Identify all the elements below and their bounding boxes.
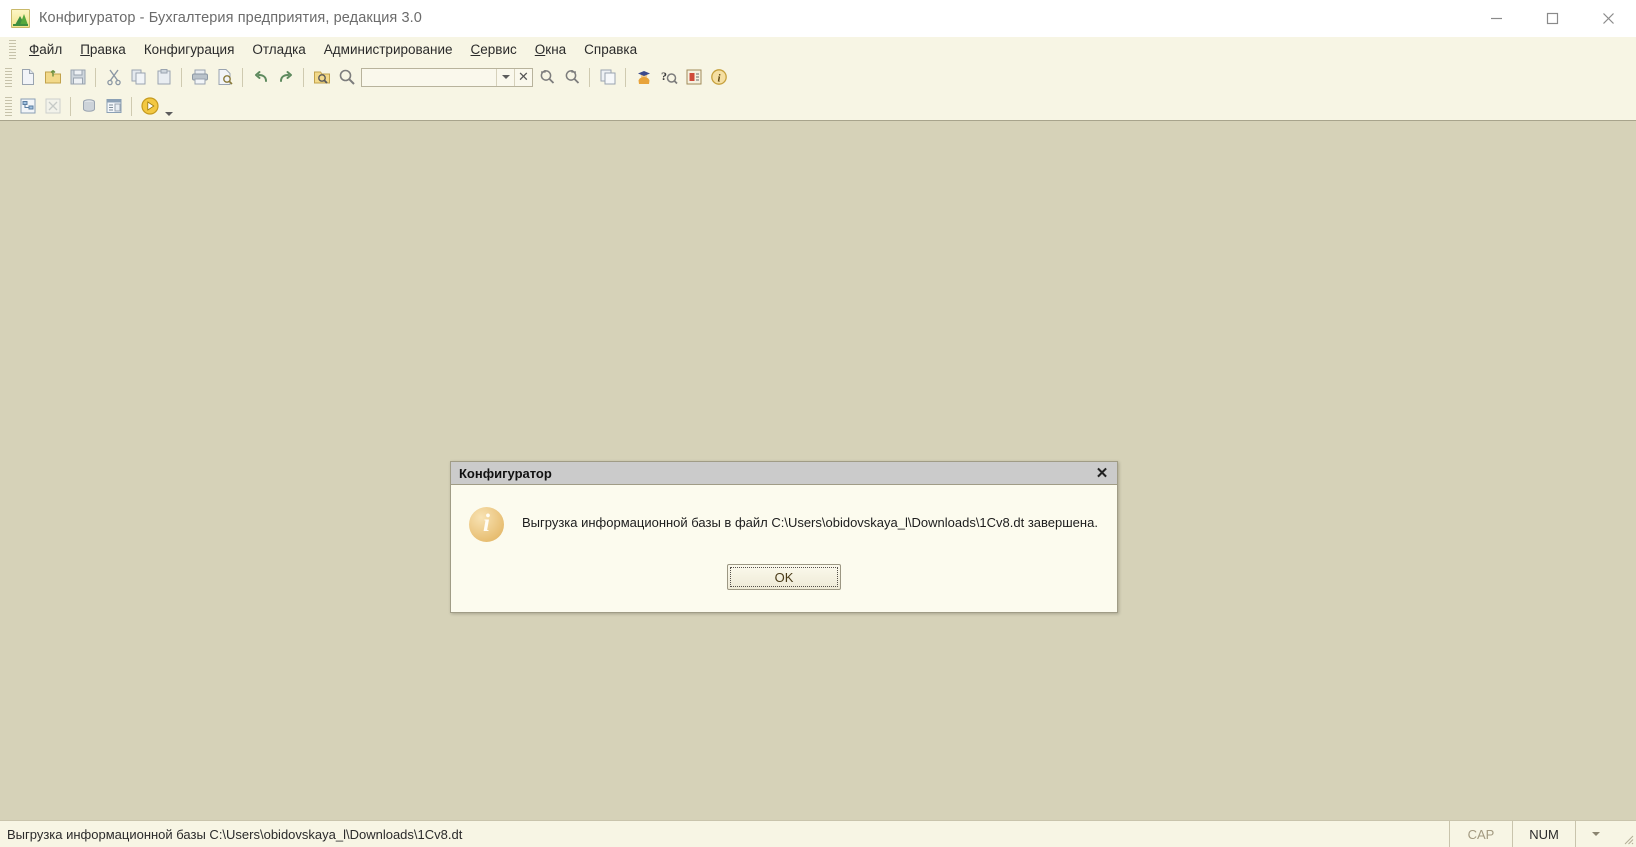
message-dialog: Конфигуратор ✕ i Выгрузка информационной… bbox=[450, 461, 1118, 613]
toolbar-separator bbox=[625, 67, 626, 87]
menu-service-label: ервис bbox=[480, 42, 517, 57]
menu-debug-label: Отладка bbox=[252, 42, 306, 57]
copy-icon[interactable] bbox=[126, 65, 151, 89]
chevron-down-icon[interactable] bbox=[496, 68, 514, 86]
menu-help[interactable]: Справка bbox=[575, 38, 646, 61]
svg-text:?: ? bbox=[661, 69, 667, 83]
1c-configurator-icon bbox=[11, 8, 30, 28]
new-file-icon[interactable] bbox=[15, 65, 40, 89]
close-icon[interactable]: ✕ bbox=[1091, 464, 1113, 482]
dialog-footer: OK bbox=[451, 542, 1117, 612]
menubar-grip[interactable] bbox=[9, 40, 16, 59]
menu-configuration[interactable]: Конфигурация bbox=[135, 38, 244, 61]
mdi-workspace: Конфигуратор ✕ i Выгрузка информационной… bbox=[0, 120, 1636, 820]
start-debug-icon[interactable] bbox=[137, 94, 162, 118]
menu-windows-label: кна bbox=[545, 42, 567, 57]
window-title: Конфигуратор - Бухгалтерия предприятия, … bbox=[39, 10, 422, 26]
paste-icon[interactable] bbox=[151, 65, 176, 89]
configurator-window: Конфигуратор - Бухгалтерия предприятия, … bbox=[0, 0, 1636, 847]
main-toolbar: ✕ ? i bbox=[0, 62, 1636, 92]
search-icon[interactable] bbox=[334, 65, 359, 89]
toolbar-separator bbox=[242, 67, 243, 87]
syntax-helper-icon[interactable] bbox=[681, 65, 706, 89]
toolbar-separator bbox=[181, 67, 182, 87]
dialog-titlebar: Конфигуратор ✕ bbox=[451, 462, 1117, 485]
window-controls bbox=[1468, 0, 1636, 36]
windows-cascade-icon[interactable] bbox=[595, 65, 620, 89]
window-titlebar: Конфигуратор - Бухгалтерия предприятия, … bbox=[0, 0, 1636, 37]
save-icon[interactable] bbox=[65, 65, 90, 89]
close-button[interactable] bbox=[1580, 0, 1636, 36]
secondary-toolbar bbox=[0, 92, 1636, 120]
menu-file[interactable]: Файл bbox=[20, 38, 71, 61]
menu-windows[interactable]: Окна bbox=[526, 38, 575, 61]
menu-edit-label: равка bbox=[89, 42, 126, 57]
open-folder-icon[interactable] bbox=[40, 65, 65, 89]
statusbar-dropdown[interactable] bbox=[1575, 821, 1616, 847]
print-preview-icon[interactable] bbox=[212, 65, 237, 89]
menu-administration[interactable]: Администрирование bbox=[315, 38, 462, 61]
window-list-icon[interactable] bbox=[101, 94, 126, 118]
ok-button-label: OK bbox=[774, 569, 794, 585]
redo-icon[interactable] bbox=[273, 65, 298, 89]
find-in-files-icon[interactable] bbox=[309, 65, 334, 89]
database-icon[interactable] bbox=[76, 94, 101, 118]
dialog-message: Выгрузка информационной базы в файл C:\U… bbox=[522, 515, 1098, 530]
config-tree-icon[interactable] bbox=[15, 94, 40, 118]
help-search-icon[interactable]: ? bbox=[656, 65, 681, 89]
clear-x-icon[interactable]: ✕ bbox=[514, 68, 532, 86]
maximize-button[interactable] bbox=[1524, 0, 1580, 36]
cut-icon[interactable] bbox=[101, 65, 126, 89]
menu-debug[interactable]: Отладка bbox=[243, 38, 314, 61]
toolbar-separator bbox=[589, 67, 590, 87]
print-icon[interactable] bbox=[187, 65, 212, 89]
status-badge-cap: CAP bbox=[1449, 821, 1512, 847]
status-badge-num: NUM bbox=[1512, 821, 1575, 847]
dialog-body: i Выгрузка информационной базы в файл C:… bbox=[451, 485, 1117, 542]
ok-button[interactable]: OK bbox=[727, 564, 841, 590]
toolbar-separator bbox=[70, 96, 71, 116]
toolbar-separator bbox=[303, 67, 304, 87]
main-toolbar-grip[interactable] bbox=[5, 67, 12, 87]
chevron-down-icon[interactable] bbox=[162, 92, 175, 120]
statusbar-message: Выгрузка информационной базы C:\Users\ob… bbox=[7, 826, 463, 842]
toolbar-separator bbox=[95, 67, 96, 87]
menu-help-label: Справка bbox=[584, 42, 638, 57]
menu-administration-label: Администрирование bbox=[323, 42, 453, 57]
chevron-down-icon bbox=[1592, 832, 1600, 836]
menu-edit[interactable]: Правка bbox=[71, 38, 135, 61]
resize-grip-icon[interactable] bbox=[1616, 821, 1636, 847]
menu-configuration-label: Конфигурация bbox=[143, 42, 235, 57]
info-icon: i bbox=[469, 507, 504, 542]
dialog-title: Конфигуратор bbox=[459, 465, 552, 481]
secondary-toolbar-grip[interactable] bbox=[5, 96, 12, 116]
graduate-icon[interactable] bbox=[631, 65, 656, 89]
find-next-icon[interactable] bbox=[559, 65, 584, 89]
info-icon-glyph: i bbox=[483, 510, 490, 537]
menu-file-label: айл bbox=[39, 42, 63, 57]
menu-service[interactable]: Сервис bbox=[462, 38, 526, 61]
undo-icon[interactable] bbox=[248, 65, 273, 89]
minimize-button[interactable] bbox=[1468, 0, 1524, 36]
statusbar: Выгрузка информационной базы C:\Users\ob… bbox=[0, 820, 1636, 847]
menubar: Файл Правка Конфигурация Отладка Админис… bbox=[0, 37, 1636, 62]
titlebar-left: Конфигуратор - Бухгалтерия предприятия, … bbox=[0, 8, 422, 28]
about-info-icon[interactable]: i bbox=[706, 65, 731, 89]
search-input-combo[interactable]: ✕ bbox=[361, 67, 533, 87]
find-previous-icon[interactable] bbox=[534, 65, 559, 89]
config-compare-icon[interactable] bbox=[40, 94, 65, 118]
toolbar-separator bbox=[131, 96, 132, 116]
